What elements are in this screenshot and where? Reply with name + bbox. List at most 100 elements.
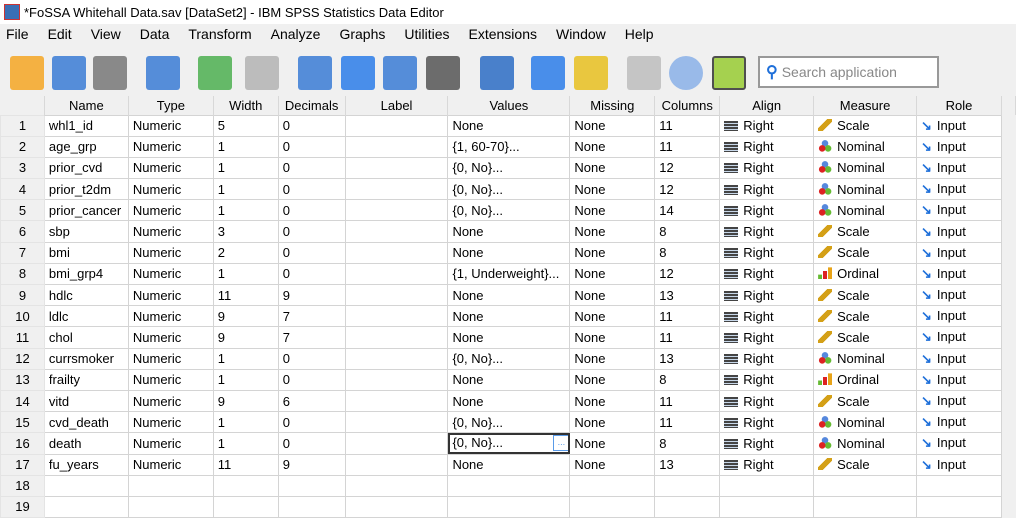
- cell-name[interactable]: [43, 474, 129, 497]
- cell-columns[interactable]: 11: [654, 135, 721, 158]
- cell-missing[interactable]: None: [569, 411, 656, 434]
- cell-label[interactable]: [344, 178, 449, 201]
- row-number[interactable]: 5: [0, 199, 45, 222]
- cell-align[interactable]: Right: [719, 389, 815, 413]
- cell-label[interactable]: [344, 241, 449, 264]
- save-icon[interactable]: [52, 56, 86, 90]
- cell-values[interactable]: None: [447, 283, 571, 307]
- menu-edit[interactable]: Edit: [42, 26, 72, 48]
- cell-missing[interactable]: [569, 474, 656, 497]
- add-extension-icon[interactable]: [712, 56, 746, 90]
- cell-columns[interactable]: 12: [654, 178, 721, 201]
- cell-width[interactable]: 3: [212, 220, 279, 243]
- cell-columns[interactable]: 12: [654, 156, 721, 180]
- cell-width[interactable]: [212, 495, 279, 518]
- cell-width[interactable]: 1: [212, 432, 279, 455]
- cell-align[interactable]: Right: [719, 432, 815, 455]
- cell-role[interactable]: ↘ Input: [916, 178, 1002, 201]
- cell-role[interactable]: ↘ Input: [916, 283, 1002, 307]
- cell-decimals[interactable]: 0: [277, 135, 346, 158]
- cell-missing[interactable]: None: [569, 305, 656, 328]
- cell-name[interactable]: bmi_grp4: [43, 262, 129, 286]
- row-number[interactable]: 19: [0, 495, 45, 518]
- cell-missing[interactable]: None: [569, 220, 656, 243]
- menu-file[interactable]: File: [0, 26, 29, 48]
- select-cases-icon[interactable]: [574, 56, 608, 90]
- split-file-icon[interactable]: [531, 56, 565, 90]
- cell-missing[interactable]: None: [569, 368, 656, 391]
- cell-values[interactable]: [447, 495, 571, 518]
- cell-measure[interactable]: Ordinal: [813, 262, 918, 286]
- cell-decimals[interactable]: 0: [277, 220, 346, 243]
- cell-type[interactable]: [127, 474, 214, 497]
- cell-type[interactable]: Numeric: [127, 411, 214, 434]
- cell-columns[interactable]: 8: [654, 220, 721, 243]
- cell-label[interactable]: [344, 220, 449, 243]
- cell-width[interactable]: 1: [212, 347, 279, 370]
- cell-type[interactable]: Numeric: [127, 199, 214, 222]
- row-number[interactable]: 6: [0, 220, 45, 243]
- cell-decimals[interactable]: 0: [277, 262, 346, 286]
- cell-name[interactable]: ldlc: [43, 305, 129, 328]
- cell-name[interactable]: prior_t2dm: [43, 178, 129, 201]
- menu-window[interactable]: Window: [550, 26, 606, 48]
- row-number[interactable]: 4: [0, 178, 45, 201]
- cell-role[interactable]: [916, 495, 1002, 518]
- cell-columns[interactable]: 14: [654, 199, 721, 222]
- cell-width[interactable]: [212, 474, 279, 497]
- menu-data[interactable]: Data: [134, 26, 170, 48]
- cell-name[interactable]: frailty: [43, 368, 129, 391]
- cell-measure[interactable]: Ordinal: [813, 368, 918, 391]
- cell-name[interactable]: cvd_death: [43, 411, 129, 434]
- cell-missing[interactable]: None: [569, 453, 656, 476]
- cell-label[interactable]: [344, 411, 449, 434]
- cell-role[interactable]: ↘ Input: [916, 114, 1002, 137]
- cell-measure[interactable]: Nominal: [813, 135, 918, 158]
- cell-align[interactable]: Right: [719, 114, 815, 137]
- cell-values[interactable]: {0, No}...: [447, 156, 571, 180]
- cell-values[interactable]: None: [447, 326, 571, 349]
- menu-analyze[interactable]: Analyze: [265, 26, 321, 48]
- cell-name[interactable]: prior_cvd: [43, 156, 129, 180]
- cell-type[interactable]: Numeric: [127, 368, 214, 391]
- menu-transform[interactable]: Transform: [182, 26, 251, 48]
- cell-missing[interactable]: None: [569, 283, 656, 307]
- row-number[interactable]: 7: [0, 241, 45, 264]
- redo-icon[interactable]: [245, 56, 279, 90]
- goto-variable-icon[interactable]: [341, 56, 375, 90]
- cell-align[interactable]: Right: [719, 199, 815, 222]
- descriptive-stats-icon[interactable]: [426, 56, 460, 90]
- column-header-decimals[interactable]: Decimals: [278, 96, 346, 115]
- cell-measure[interactable]: Scale: [813, 241, 918, 264]
- column-header-type[interactable]: Type: [128, 96, 214, 115]
- cell-values[interactable]: [447, 474, 571, 497]
- cell-columns[interactable]: 11: [654, 326, 721, 349]
- cell-label[interactable]: [344, 368, 449, 391]
- cell-columns[interactable]: 8: [654, 432, 721, 455]
- cell-missing[interactable]: None: [569, 389, 656, 413]
- cell-label[interactable]: [344, 326, 449, 349]
- cell-type[interactable]: Numeric: [127, 262, 214, 286]
- cell-name[interactable]: [43, 495, 129, 518]
- cell-role[interactable]: ↘ Input: [916, 241, 1002, 264]
- cell-type[interactable]: Numeric: [127, 135, 214, 158]
- cell-label[interactable]: [344, 347, 449, 370]
- cell-columns[interactable]: 8: [654, 241, 721, 264]
- cell-decimals[interactable]: 6: [277, 389, 346, 413]
- cell-values[interactable]: None: [447, 220, 571, 243]
- recall-dialog-icon[interactable]: [146, 56, 180, 90]
- cell-align[interactable]: Right: [719, 411, 815, 434]
- cell-decimals[interactable]: 9: [277, 453, 346, 476]
- cell-name[interactable]: fu_years: [43, 453, 129, 476]
- cell-missing[interactable]: [569, 495, 656, 518]
- row-number[interactable]: 18: [0, 474, 45, 497]
- cell-name[interactable]: sbp: [43, 220, 129, 243]
- cell-role[interactable]: ↘ Input: [916, 305, 1002, 328]
- cell-values[interactable]: {1, Underweight}...: [447, 262, 571, 286]
- cell-role[interactable]: ↘ Input: [916, 156, 1002, 180]
- cell-width[interactable]: 11: [212, 283, 279, 307]
- cell-align[interactable]: Right: [719, 156, 815, 180]
- cell-columns[interactable]: 11: [654, 305, 721, 328]
- cell-columns[interactable]: 11: [654, 114, 721, 137]
- cell-role[interactable]: ↘ Input: [916, 368, 1002, 391]
